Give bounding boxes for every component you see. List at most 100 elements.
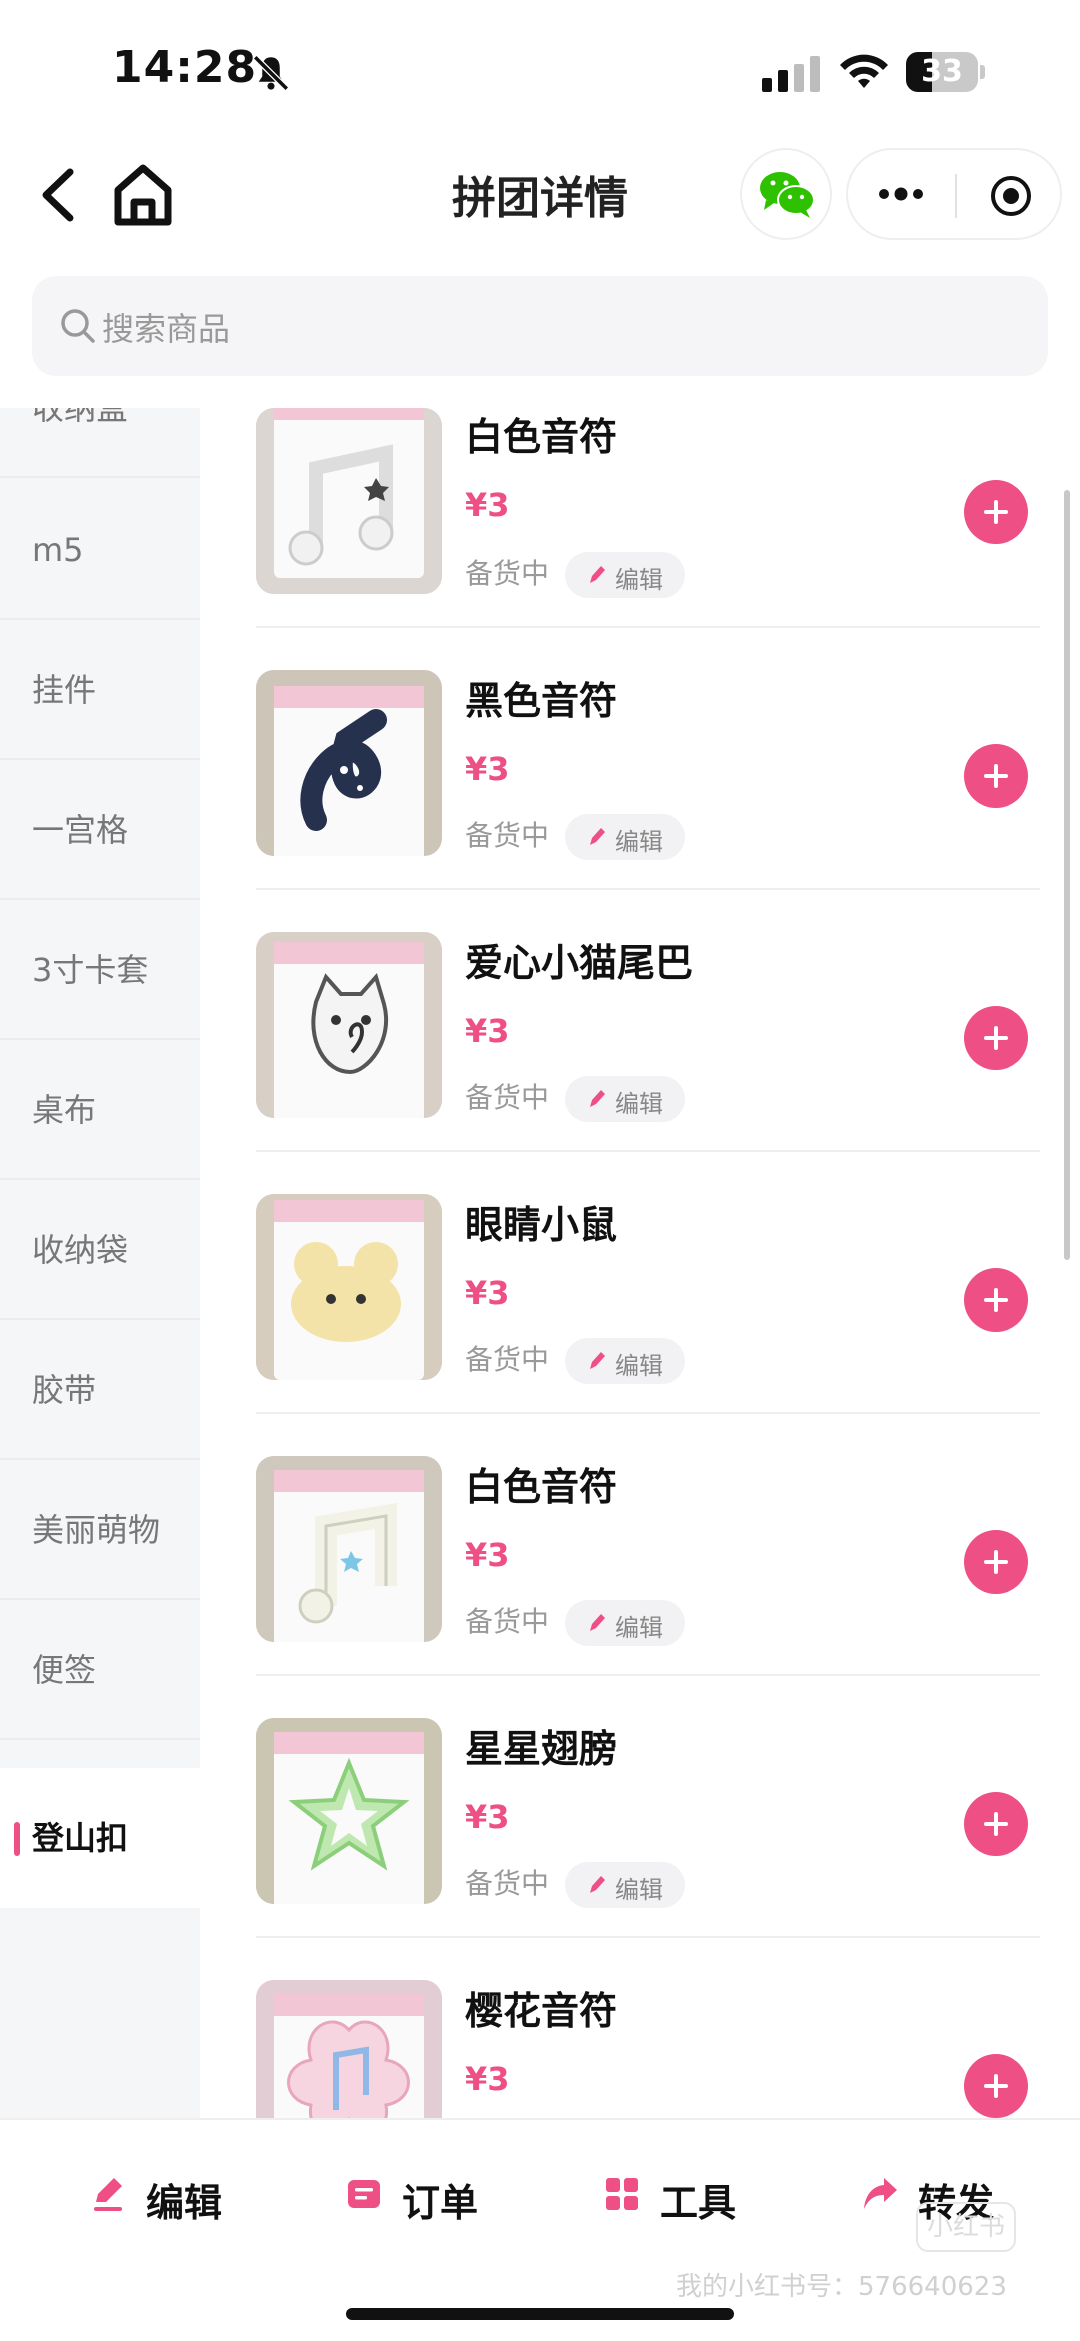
share-icon xyxy=(864,2178,897,2209)
edit-tag-label: 编辑 xyxy=(615,1352,663,1380)
product-item[interactable]: 白色音符 ¥3 备货中 编辑 xyxy=(200,408,1080,670)
edit-tag-label: 编辑 xyxy=(615,1614,663,1642)
stock-status: 备货中 xyxy=(465,1605,550,1638)
product-item[interactable]: 樱花音符 ¥3 xyxy=(200,1980,1080,2118)
product-name: 樱花音符 xyxy=(465,1989,618,2033)
sidebar-item-storage-box[interactable]: 收纳盒 xyxy=(0,408,200,478)
sidebar-item-cute-things[interactable]: 美丽萌物 xyxy=(0,1460,200,1600)
wechat-icon xyxy=(760,172,815,218)
tab-label: 编辑 xyxy=(146,2181,223,2225)
stock-status: 备货中 xyxy=(465,819,550,852)
edit-tag[interactable]: 编辑 xyxy=(565,1338,685,1384)
product-price: ¥3 xyxy=(465,1274,510,1312)
sidebar-item-label: 美丽萌物 xyxy=(32,1511,161,1549)
stock-status: 备货中 xyxy=(465,1867,550,1900)
product-item[interactable]: 眼睛小鼠 ¥3 备货中 编辑 xyxy=(200,1194,1080,1456)
product-price: ¥3 xyxy=(465,486,510,524)
search-bar[interactable]: 搜索商品 xyxy=(32,276,1048,376)
bell-off-icon xyxy=(253,55,289,91)
sidebar-item-card-sleeve[interactable]: 3寸卡套 xyxy=(0,900,200,1040)
stock-status: 备货中 xyxy=(465,1081,550,1114)
product-image xyxy=(256,408,442,594)
home-indicator[interactable] xyxy=(346,2308,734,2320)
product-price: ¥3 xyxy=(465,1536,510,1574)
product-name: 眼睛小鼠 xyxy=(465,1203,618,1247)
stock-status: 备货中 xyxy=(465,557,550,590)
divider xyxy=(256,1936,1040,1938)
battery-icon: 33 xyxy=(906,52,986,92)
product-item[interactable]: 黑色音符 ¥3 备货中 编辑 xyxy=(200,670,1080,932)
edit-tag[interactable]: 编辑 xyxy=(565,1862,685,1908)
divider xyxy=(256,1412,1040,1414)
divider xyxy=(256,1674,1040,1676)
divider xyxy=(256,888,1040,890)
status-time: 14:28 xyxy=(112,42,258,93)
product-name: 黑色音符 xyxy=(465,679,618,723)
add-button[interactable] xyxy=(964,1268,1028,1332)
target-icon xyxy=(991,176,1031,216)
sidebar-item-label: 挂件 xyxy=(32,671,97,709)
product-image xyxy=(256,1194,442,1380)
sidebar-item-label: 收纳盒 xyxy=(32,408,129,427)
sidebar-item-storage-bag[interactable]: 收纳袋 xyxy=(0,1180,200,1320)
add-button[interactable] xyxy=(964,480,1028,544)
sidebar-item-label: 收纳袋 xyxy=(32,1231,129,1269)
wechat-share-button[interactable] xyxy=(740,148,832,240)
pencil-icon xyxy=(590,1876,605,1893)
sidebar-item-carabiner[interactable]: 登山扣 xyxy=(0,1768,200,1908)
product-price: ¥3 xyxy=(465,2060,510,2098)
sidebar-item-sticky-notes[interactable]: 便签 xyxy=(0,1600,200,1740)
scrollbar[interactable] xyxy=(1064,490,1070,1260)
sidebar-item-label: 胶带 xyxy=(32,1371,97,1409)
product-image xyxy=(256,1980,442,2118)
stock-status: 备货中 xyxy=(465,1343,550,1376)
add-button[interactable] xyxy=(964,1792,1028,1856)
watermark-text: 我的小红书号：576640623 xyxy=(676,2272,1007,2302)
sidebar-item-pendant[interactable]: 挂件 xyxy=(0,620,200,760)
product-item[interactable]: 白色音符 ¥3 备货中 编辑 xyxy=(200,1456,1080,1718)
edit-tag[interactable]: 编辑 xyxy=(565,1076,685,1122)
wifi-icon xyxy=(840,54,888,88)
product-item[interactable]: 爱心小猫尾巴 ¥3 备货中 编辑 xyxy=(200,932,1080,1194)
product-list: 白色音符 ¥3 备货中 编辑 黑色音符 ¥3 备货中 编辑 爱心小猫尾巴 ¥3 … xyxy=(200,408,1080,2118)
bottom-toolbar: 编辑 订单 工具 转发 小红书 我的小红书号：576640623 xyxy=(0,2118,1080,2341)
close-mini-program-button[interactable] xyxy=(957,150,1062,238)
sidebar-item-m5[interactable]: m5 xyxy=(0,480,200,620)
pencil-icon xyxy=(590,1090,605,1107)
sidebar-item-tape[interactable]: 胶带 xyxy=(0,1320,200,1460)
add-button[interactable] xyxy=(964,1006,1028,1070)
more-button[interactable] xyxy=(848,150,955,238)
add-button[interactable] xyxy=(964,1530,1028,1594)
more-icon xyxy=(879,187,923,201)
product-price: ¥3 xyxy=(465,750,510,788)
product-item[interactable]: 星星翅膀 ¥3 备货中 编辑 xyxy=(200,1718,1080,1980)
edit-tag[interactable]: 编辑 xyxy=(565,1600,685,1646)
sidebar-item-label: 一宫格 xyxy=(32,811,129,849)
product-name: 星星翅膀 xyxy=(465,1727,618,1771)
product-price: ¥3 xyxy=(465,1012,510,1050)
edit-tag-label: 编辑 xyxy=(615,1876,663,1904)
nav-bar: 拼团详情 xyxy=(0,140,1080,270)
sidebar-item-single-grid[interactable]: 一宫格 xyxy=(0,760,200,900)
mini-program-capsule xyxy=(846,148,1062,240)
sidebar-item-label: m5 xyxy=(32,531,84,569)
edit-tag-label: 编辑 xyxy=(615,828,663,856)
product-image xyxy=(256,1718,442,1904)
edit-tag[interactable]: 编辑 xyxy=(565,814,685,860)
pencil-icon xyxy=(590,566,605,583)
pencil-icon xyxy=(590,828,605,845)
active-marker xyxy=(14,1822,20,1856)
sidebar-item-label: 3寸卡套 xyxy=(32,951,149,989)
product-image xyxy=(256,1456,442,1642)
signal-icon xyxy=(762,56,820,92)
category-sidebar: 收纳盒 m5 挂件 一宫格 3寸卡套 桌布 收纳袋 胶带 美丽萌物 便签 登山扣 xyxy=(0,408,200,2118)
edit-tag[interactable]: 编辑 xyxy=(565,552,685,598)
add-button[interactable] xyxy=(964,744,1028,808)
edit-tag-label: 编辑 xyxy=(615,1090,663,1118)
tab-label: 工具 xyxy=(660,2181,737,2225)
sidebar-item-tablecloth[interactable]: 桌布 xyxy=(0,1040,200,1180)
tools-icon xyxy=(606,2178,638,2210)
add-button[interactable] xyxy=(964,2054,1028,2118)
divider xyxy=(256,1150,1040,1152)
product-name: 白色音符 xyxy=(465,1465,618,1509)
